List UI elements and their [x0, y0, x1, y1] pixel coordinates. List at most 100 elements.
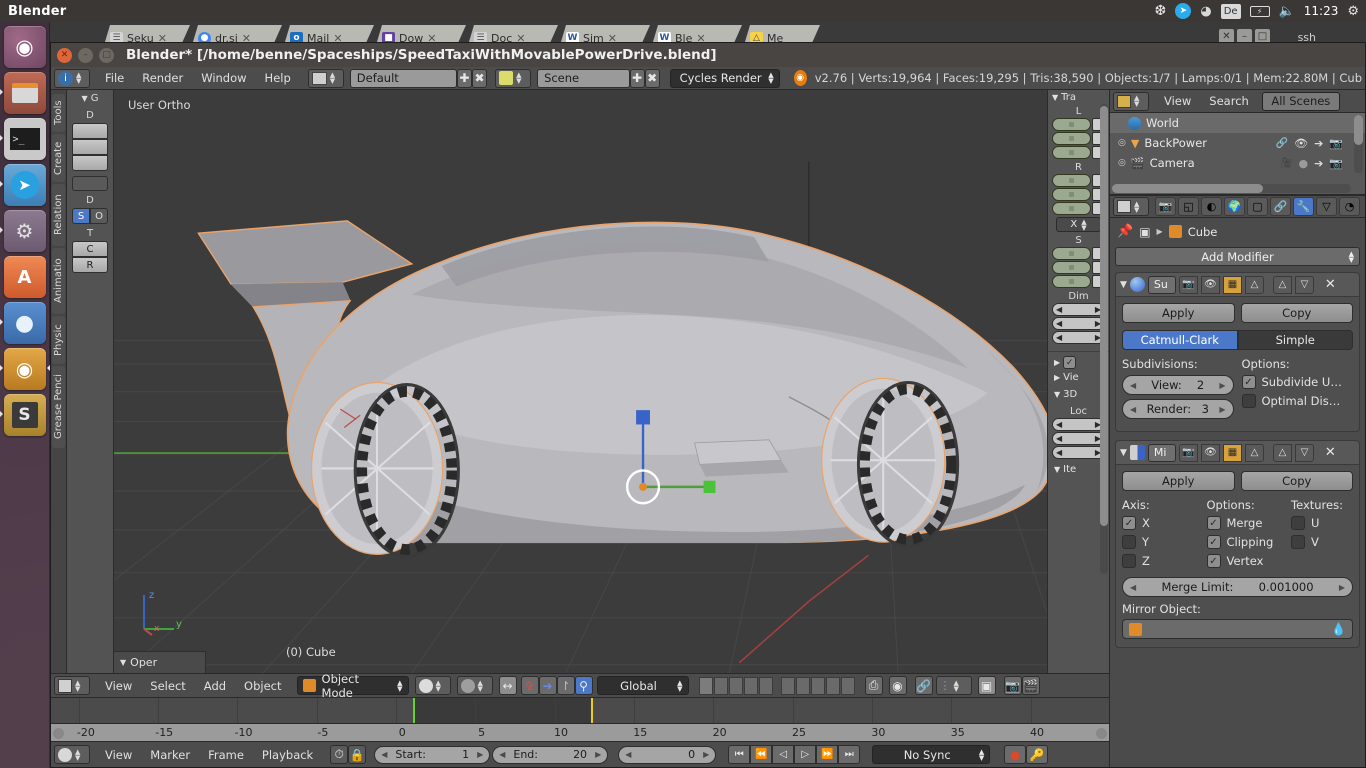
menu-object[interactable]: Object: [235, 679, 290, 693]
tool-button[interactable]: [72, 123, 108, 139]
scrollbar-right-cap[interactable]: [1096, 728, 1107, 739]
menu-search[interactable]: Search: [1200, 94, 1258, 108]
tool-button[interactable]: R: [72, 257, 108, 273]
move-down-button[interactable]: ▽: [1294, 275, 1314, 294]
outliner-vertical-scrollbar[interactable]: [1354, 115, 1363, 173]
object-tab[interactable]: ▢: [1247, 197, 1268, 216]
delete-layout-button[interactable]: ✖: [471, 68, 488, 88]
add-layout-button[interactable]: ✚: [456, 68, 472, 88]
snap-magnet-button[interactable]: 🔗: [914, 676, 933, 695]
manipulator-toggle-button[interactable]: ↔: [498, 676, 517, 695]
catmull-clark-button[interactable]: Catmull-Clark: [1122, 330, 1238, 350]
layer-button[interactable]: [713, 676, 728, 695]
optimal-display-checkbox[interactable]: Optimal Dis…: [1241, 394, 1354, 408]
cursor-y-field[interactable]: ◀ ▶: [1052, 432, 1105, 445]
layer-button[interactable]: [810, 676, 825, 695]
render-tab[interactable]: 📷: [1155, 197, 1176, 216]
menu-view[interactable]: View: [1155, 94, 1200, 108]
merge-checkbox[interactable]: ✓ Merge: [1206, 516, 1284, 530]
axis-y-checkbox[interactable]: Y: [1122, 535, 1199, 549]
pin-icon[interactable]: 📌: [1117, 224, 1133, 239]
jump-to-end-button[interactable]: ⏭: [838, 745, 861, 764]
modifier-name-field[interactable]: Mi: [1147, 443, 1176, 462]
arrow-right-icon[interactable]: ▶: [1339, 583, 1345, 592]
rotation-y-row[interactable]: [1052, 188, 1105, 201]
power-gear-icon[interactable]: ⚙: [1347, 0, 1359, 22]
layer-button[interactable]: [728, 676, 743, 695]
render-toggle-icon[interactable]: 📷: [1178, 275, 1198, 294]
scene-layers-grid-bottom[interactable]: [780, 676, 855, 695]
outliner-horizontal-scrollbar[interactable]: [1112, 184, 1351, 193]
lock-time-button[interactable]: 🔒: [348, 745, 367, 764]
chromium-icon[interactable]: ●: [0, 302, 46, 344]
telegram-icon[interactable]: ➤: [1175, 3, 1192, 19]
tool-button[interactable]: C: [72, 241, 108, 257]
viewport-canvas[interactable]: [114, 90, 1047, 673]
software-center-icon[interactable]: A: [3, 256, 46, 298]
tool-button[interactable]: [72, 176, 108, 191]
lock-to-scene-button[interactable]: ⎙: [864, 676, 883, 695]
start-frame-marker[interactable]: [412, 698, 415, 723]
cursor-z-field[interactable]: ◀ ▶: [1052, 446, 1105, 459]
rotation-x-row[interactable]: [1052, 174, 1105, 187]
apply-button[interactable]: Apply: [1122, 303, 1235, 323]
start-frame-field[interactable]: ◀ Start: 1 ▶: [374, 745, 491, 764]
arrow-right-icon[interactable]: ▶: [595, 750, 601, 759]
toolshelf-tab-grease-pencil[interactable]: Grease Penci: [52, 366, 65, 448]
manipulator-mode-button[interactable]: ⚲: [574, 676, 593, 695]
play-reverse-button[interactable]: ◁: [772, 745, 795, 764]
collapse-triangle-icon[interactable]: ▼: [81, 94, 87, 103]
editor-type-selector[interactable]: i ▲ ▼: [54, 68, 90, 88]
transform-orientation-dropdown[interactable]: Global ▲ ▼: [596, 676, 689, 695]
simple-button[interactable]: Simple: [1237, 330, 1353, 350]
rotation-z-field[interactable]: [1052, 202, 1091, 215]
copy-button[interactable]: Copy: [1240, 471, 1353, 491]
layer-button[interactable]: [795, 676, 810, 695]
add-modifier-dropdown[interactable]: Add Modifier ▲ ▼: [1115, 247, 1360, 266]
ubuntu-dash-icon[interactable]: ◉: [3, 26, 46, 68]
render-animation-button[interactable]: 🎬: [1021, 676, 1040, 695]
blender-icon[interactable]: ◉: [0, 348, 52, 390]
menu-add[interactable]: Add: [195, 679, 235, 693]
arrow-left-icon[interactable]: ◀: [1130, 583, 1136, 592]
render-button[interactable]: 📷: [1003, 676, 1022, 695]
toolshelf-tab-physics[interactable]: Physic: [52, 316, 65, 364]
terminal-icon[interactable]: >_: [0, 118, 46, 160]
3d-viewport[interactable]: User Ortho z y x (0) Cube ▼ Oper: [114, 90, 1047, 673]
layer-button[interactable]: [698, 676, 713, 695]
modifiers-tab[interactable]: 🔧: [1293, 197, 1314, 216]
current-frame-field[interactable]: ◀ 0 ▶: [618, 745, 717, 764]
keyboard-layout-indicator[interactable]: De: [1220, 3, 1241, 19]
manipulator-scale-button[interactable]: ↾: [556, 676, 575, 695]
move-down-button[interactable]: ▽: [1294, 443, 1314, 462]
menu-marker[interactable]: Marker: [141, 748, 199, 762]
toolshelf-tab-animation[interactable]: Animatio: [52, 248, 65, 314]
tool-button[interactable]: [72, 139, 108, 155]
checkbox-icon[interactable]: ✓: [1063, 356, 1077, 369]
collapse-triangle-icon[interactable]: ▼: [1120, 280, 1127, 290]
merge-limit-field[interactable]: ◀ Merge Limit: 0.001000 ▶: [1122, 577, 1353, 597]
manipulator-rotate-button[interactable]: ➜: [538, 676, 557, 695]
play-button[interactable]: ▷: [794, 745, 817, 764]
screen-layout-field[interactable]: Default: [349, 68, 457, 88]
expand-plus-icon[interactable]: ◎: [1118, 158, 1126, 168]
snap-align-button[interactable]: ▣: [977, 676, 996, 695]
telegram-icon[interactable]: ➤: [0, 164, 46, 206]
add-scene-button[interactable]: ✚: [629, 68, 645, 88]
jump-to-start-button[interactable]: ⏮: [728, 745, 751, 764]
sublime-text-icon[interactable]: S: [0, 394, 46, 436]
render-subdivisions-field[interactable]: ◀ Render: 3 ▶: [1122, 399, 1234, 419]
layer-button[interactable]: [780, 676, 795, 695]
toolshelf-tab-create[interactable]: Create: [52, 134, 65, 182]
window-close-button[interactable]: ✕: [57, 47, 72, 63]
outliner-row-world[interactable]: World: [1110, 113, 1365, 133]
layer-button[interactable]: [840, 676, 855, 695]
next-keyframe-button[interactable]: ⏩: [816, 745, 839, 764]
menu-view[interactable]: View: [96, 679, 141, 693]
dimension-y-field[interactable]: ◀ ▶: [1052, 317, 1105, 330]
layer-button[interactable]: [743, 676, 758, 695]
arrow-left-icon[interactable]: ◀: [499, 750, 505, 759]
record-icon[interactable]: ●: [1004, 745, 1027, 764]
end-frame-field[interactable]: ◀ End: 20 ▶: [492, 745, 609, 764]
cage-toggle-icon[interactable]: △: [1244, 275, 1264, 294]
